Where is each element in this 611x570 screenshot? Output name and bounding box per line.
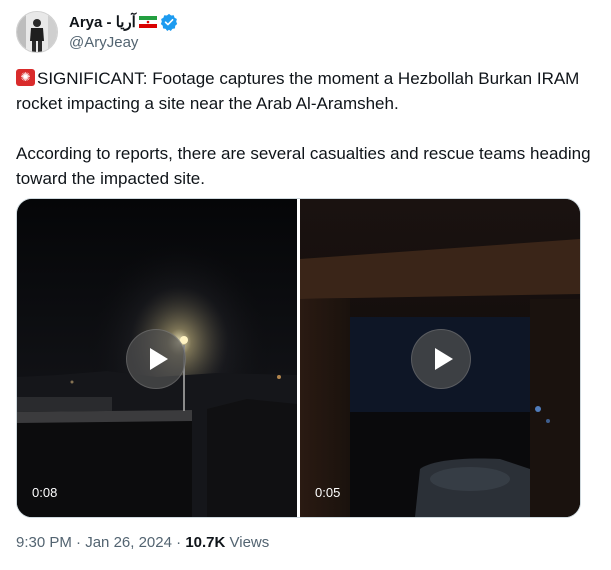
tweet-date[interactable]: Jan 26, 2024: [85, 534, 172, 551]
tweet-header: Arya - آریا @AryJeay: [16, 10, 178, 54]
display-name[interactable]: Arya - آریا: [69, 13, 136, 32]
views-count: 10.7K: [185, 534, 226, 551]
meta-separator: ·: [176, 534, 182, 551]
author-names: Arya - آریا @AryJeay: [69, 13, 178, 52]
tweet-time[interactable]: 9:30 PM: [16, 534, 72, 551]
iran-flag-icon: [138, 16, 157, 28]
views-label: Views: [229, 534, 270, 551]
media-grid: 0:08 0:05: [16, 198, 581, 518]
video-player-1[interactable]: 0:08: [17, 199, 297, 517]
tweet-paragraph-1-text: SIGNIFICANT: Footage captures the moment…: [16, 69, 580, 113]
play-button-1[interactable]: [126, 329, 186, 389]
avatar[interactable]: [16, 11, 58, 53]
verified-badge-icon[interactable]: [160, 13, 178, 31]
meta-separator: ·: [76, 534, 82, 551]
tweet-paragraph-1: SIGNIFICANT: Footage captures the moment…: [16, 66, 596, 116]
user-handle[interactable]: @AryJeay: [69, 33, 178, 52]
tweet-text: SIGNIFICANT: Footage captures the moment…: [16, 66, 596, 191]
name-row: Arya - آریا: [69, 13, 178, 32]
video-player-2[interactable]: 0:05: [300, 199, 580, 517]
video-duration-1: 0:08: [32, 485, 58, 500]
tweet-paragraph-2: According to reports, there are several …: [16, 144, 591, 188]
play-button-2[interactable]: [411, 329, 471, 389]
video-duration-2: 0:05: [315, 485, 341, 500]
rotating-light-icon: [16, 69, 35, 86]
tweet-meta: 9:30 PM · Jan 26, 2024 · 10.7K Views: [16, 533, 269, 553]
